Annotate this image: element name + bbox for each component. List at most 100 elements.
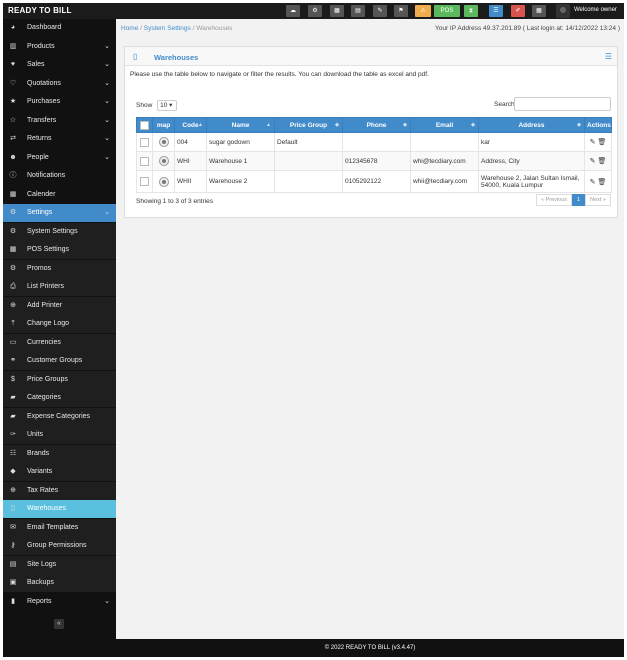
sidebar-item-transfers[interactable]: ☆ Transfers ⌄	[3, 112, 116, 130]
sidebar-item-people[interactable]: ☻ People ⌄	[3, 149, 116, 167]
table-row: WHII Warehouse 2 0105292122 whii@tecdiar…	[136, 170, 612, 193]
sidebar-collapse-button[interactable]: «	[54, 619, 64, 629]
cogs-icon: ⚙	[9, 227, 17, 235]
sidebar-item-warehouses[interactable]: ▯ Warehouses	[3, 500, 116, 518]
calculator-button[interactable]: ▦	[330, 5, 344, 17]
column-header-actions: Actions	[584, 117, 612, 133]
row-checkbox[interactable]	[140, 137, 149, 147]
sidebar-item-label: Returns	[27, 135, 52, 142]
alert-button[interactable]: ⚠	[415, 5, 431, 17]
sidebar-item-label: Settings	[27, 209, 53, 216]
breadcrumb-system-settings[interactable]: System Settings	[144, 25, 191, 32]
sidebar-item-label: Sales	[27, 61, 45, 68]
row-select-cell	[136, 132, 153, 152]
breadcrumb-home[interactable]: Home	[121, 25, 138, 32]
page-size-select[interactable]: 10 ▾	[157, 100, 178, 111]
row-checkbox[interactable]	[140, 156, 149, 166]
sidebar-item-settings[interactable]: ⚙ Settings ⌄	[3, 204, 116, 222]
sidebar-item-products[interactable]: ▥ Products ⌄	[3, 38, 116, 56]
sidebar-item-purchases[interactable]: ★ Purchases ⌄	[3, 93, 116, 111]
sidebar-item-list-printers[interactable]: ⎙ List Printers	[3, 278, 116, 296]
user-avatar[interactable]	[556, 4, 570, 18]
sidebar-item-currencies[interactable]: ▭ Currencies	[3, 333, 116, 352]
sidebar-item-email-templates[interactable]: ✉ Email Templates	[3, 518, 116, 537]
sidebar-item-label: Email Templates	[27, 523, 79, 531]
column-header-email[interactable]: Email ◆	[410, 117, 479, 133]
column-header-name-label: Name	[231, 121, 250, 129]
sort-asc-icon: ▲	[198, 122, 203, 128]
sidebar-item-tax-rates[interactable]: ⊕ Tax Rates	[3, 481, 116, 500]
breadcrumb-separator: /	[140, 25, 142, 32]
sidebar-item-dashboard[interactable]: ◕ Dashboard	[3, 19, 116, 37]
sidebar-item-reports[interactable]: ▮ Reports ⌄	[3, 593, 116, 611]
sidebar-item-label: Backups	[27, 579, 54, 586]
pagination-previous[interactable]: « Previous	[536, 194, 573, 206]
sidebar-item-change-logo[interactable]: ⤒ Change Logo	[3, 315, 116, 333]
sidebar-item-pos-settings[interactable]: ▦ POS Settings	[3, 241, 116, 259]
search-input[interactable]	[514, 97, 611, 111]
trash-icon[interactable]: 🗑	[597, 179, 606, 186]
gears-button[interactable]: ⚙	[308, 5, 322, 17]
pos-button[interactable]: POS	[434, 5, 460, 17]
sidebar-item-quotations[interactable]: ♡ Quotations ⌄	[3, 75, 116, 93]
row-checkbox[interactable]	[140, 177, 149, 186]
sidebar-item-sales[interactable]: ♥ Sales ⌄	[3, 56, 116, 74]
folder-open-icon: ▰	[10, 412, 16, 420]
sidebar-item-variants[interactable]: ◆ Variants	[3, 463, 116, 481]
tasks-menu-icon[interactable]: ☰	[605, 52, 612, 61]
sidebar-item-categories[interactable]: ▰ Categories	[3, 389, 116, 407]
warehouses-table: map Code ▲ Name ▲ Price Group ◆ Phone ◆ Emai…	[136, 117, 612, 193]
brand-logo[interactable]: READY TO BILL	[8, 6, 72, 15]
sidebar-item-calender[interactable]: ▦ Calender	[3, 186, 116, 204]
select-all-checkbox[interactable]	[140, 120, 149, 130]
select-all-header[interactable]	[136, 117, 153, 133]
sidebar-item-label: Notifications	[27, 172, 66, 179]
sidebar-item-site-logs[interactable]: ▤ Site Logs	[3, 555, 116, 574]
column-header-phone[interactable]: Phone ◆	[342, 117, 411, 133]
column-header-code[interactable]: Code ▲	[174, 117, 207, 133]
barcode-icon: ▥	[9, 42, 17, 50]
flag-button[interactable]: ⚑	[394, 5, 408, 17]
pagination-page-1[interactable]: 1	[572, 194, 586, 206]
column-header-name[interactable]: Name ▲	[206, 117, 275, 133]
list-button[interactable]: ☰	[489, 5, 503, 17]
eraser-button[interactable]: ✐	[511, 5, 525, 17]
actions-cell: ✎ 🗑	[584, 170, 612, 193]
sidebar-item-add-printer[interactable]: ⊕ Add Printer	[3, 296, 116, 315]
map-image-icon[interactable]	[158, 137, 169, 147]
column-header-address-label: Address	[518, 121, 545, 129]
sidebar-item-group-permissions[interactable]: ⚷ Group Permissions	[3, 537, 116, 555]
column-header-address[interactable]: Address ◆	[478, 117, 585, 133]
breadcrumb-current: Warehouses	[196, 25, 233, 32]
grid-button[interactable]: ▦	[532, 5, 546, 17]
sidebar-item-label: Promos	[27, 264, 52, 272]
sidebar-item-label: Products	[27, 42, 55, 50]
sidebar-item-backups[interactable]: ▣ Backups	[3, 574, 116, 592]
map-image-icon[interactable]	[158, 176, 169, 187]
sidebar-item-notifications[interactable]: ⓘ Notifications	[3, 167, 116, 185]
welcome-user[interactable]: Welcome owner	[574, 7, 617, 13]
name-cell: Warehouse 1	[206, 151, 275, 171]
edit-icon[interactable]: ✎	[590, 139, 596, 146]
sidebar-item-expense-categories[interactable]: ▰ Expense Categories	[3, 407, 116, 426]
column-header-price-group[interactable]: Price Group ◆	[274, 117, 343, 133]
cloud-button[interactable]: ☁	[286, 5, 300, 17]
sidebar-item-returns[interactable]: ⇄ Returns ⌄	[3, 130, 116, 148]
map-image-icon[interactable]	[158, 156, 169, 166]
calendar-button[interactable]: ▤	[351, 5, 365, 17]
hourglass-button[interactable]: ⧗	[464, 5, 478, 17]
edit-icon[interactable]: ✎	[590, 158, 596, 165]
sidebar-item-price-groups[interactable]: $ Price Groups	[3, 370, 116, 389]
sidebar-item-system-settings[interactable]: ⚙ System Settings	[3, 222, 116, 241]
sidebar-item-brands[interactable]: ☷ Brands	[3, 444, 116, 463]
pagination-next[interactable]: Next »	[585, 194, 611, 206]
sidebar-item-units[interactable]: ✑ Units	[3, 426, 116, 444]
note-button[interactable]: ✎	[373, 5, 387, 17]
actions-cell: ✎ 🗑	[584, 132, 612, 152]
cogs-icon: ⚙	[9, 264, 17, 272]
trash-icon[interactable]: 🗑	[597, 139, 606, 146]
edit-icon[interactable]: ✎	[590, 179, 596, 186]
sidebar-item-customer-groups[interactable]: ⚭ Customer Groups	[3, 352, 116, 370]
sidebar-item-promos[interactable]: ⚙ Promos	[3, 259, 116, 278]
trash-icon[interactable]: 🗑	[597, 158, 606, 165]
